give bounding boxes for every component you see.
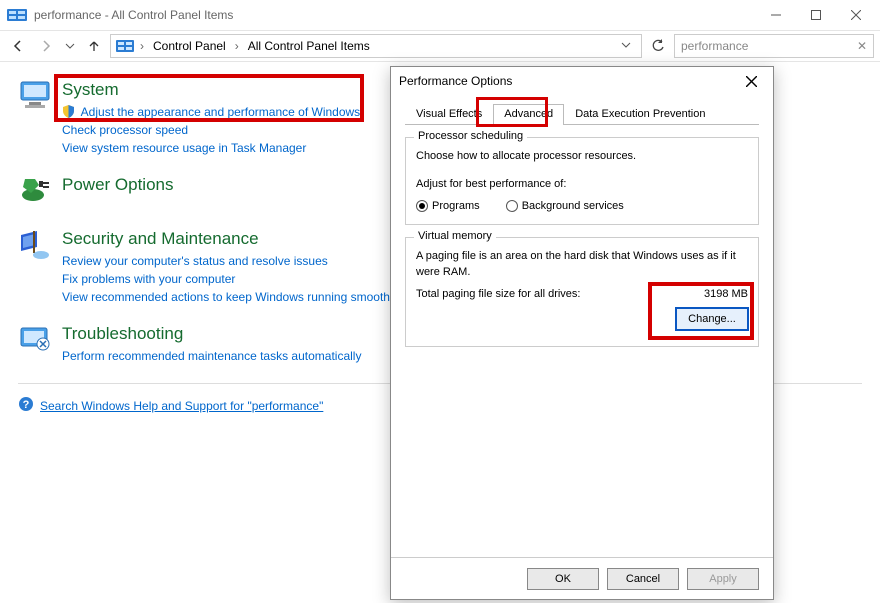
power-icon — [18, 175, 54, 211]
system-icon — [18, 80, 54, 116]
link-text: Adjust the appearance and performance of… — [81, 105, 361, 119]
proc-adjust-label: Adjust for best performance of: — [416, 176, 748, 192]
change-button[interactable]: Change... — [676, 308, 748, 330]
cancel-button[interactable]: Cancel — [607, 568, 679, 590]
link-task-manager[interactable]: View system resource usage in Task Manag… — [62, 139, 360, 157]
link-maintenance-tasks[interactable]: Perform recommended maintenance tasks au… — [62, 347, 361, 365]
dialog-titlebar: Performance Options — [391, 67, 773, 95]
group-virtual-memory: Virtual memory A paging file is an area … — [405, 237, 759, 347]
category-title-security[interactable]: Security and Maintenance — [62, 229, 399, 249]
chevron-right-icon: › — [140, 39, 144, 53]
radio-dot-icon — [506, 200, 518, 212]
chevron-right-icon: › — [235, 39, 239, 53]
control-panel-icon — [6, 6, 28, 24]
tab-visual-effects[interactable]: Visual Effects — [405, 104, 493, 125]
category-title-troubleshoot[interactable]: Troubleshooting — [62, 324, 361, 344]
forward-button[interactable] — [34, 34, 58, 58]
link-adjust-performance[interactable]: Adjust the appearance and performance of… — [62, 103, 360, 121]
tab-advanced[interactable]: Advanced — [493, 104, 564, 125]
group-processor-scheduling: Processor scheduling Choose how to alloc… — [405, 137, 759, 225]
address-dropdown[interactable] — [615, 39, 637, 53]
apply-button[interactable]: Apply — [687, 568, 759, 590]
search-input[interactable]: performance ✕ — [674, 34, 874, 58]
dialog-close-button[interactable] — [737, 69, 765, 93]
address-bar: › Control Panel › All Control Panel Item… — [0, 30, 880, 62]
control-panel-small-icon — [115, 38, 135, 54]
maximize-button[interactable] — [796, 1, 836, 29]
dialog-footer: OK Cancel Apply — [391, 557, 773, 599]
link-fix-problems[interactable]: Fix problems with your computer — [62, 270, 399, 288]
svg-text:?: ? — [23, 399, 30, 411]
legend-vm: Virtual memory — [414, 230, 496, 242]
vm-desc: A paging file is an area on the hard dis… — [416, 248, 748, 280]
performance-options-dialog: Performance Options Visual Effects Advan… — [390, 66, 774, 600]
recent-dropdown[interactable] — [62, 34, 78, 58]
clear-search-icon[interactable]: ✕ — [857, 39, 867, 53]
breadcrumb[interactable]: › Control Panel › All Control Panel Item… — [110, 34, 642, 58]
security-icon — [18, 229, 54, 265]
category-title-system[interactable]: System — [62, 80, 360, 100]
breadcrumb-seg-all-items[interactable]: All Control Panel Items — [244, 37, 374, 55]
link-review-status[interactable]: Review your computer's status and resolv… — [62, 252, 399, 270]
ok-button[interactable]: OK — [527, 568, 599, 590]
minimize-button[interactable] — [756, 1, 796, 29]
close-button[interactable] — [836, 1, 876, 29]
refresh-button[interactable] — [646, 34, 670, 58]
legend-processor: Processor scheduling — [414, 130, 527, 142]
category-title-power[interactable]: Power Options — [62, 175, 174, 195]
radio-background[interactable]: Background services — [506, 200, 624, 212]
radio-dot-selected-icon — [416, 200, 428, 212]
link-recommended-actions[interactable]: View recommended actions to keep Windows… — [62, 288, 399, 306]
radio-programs[interactable]: Programs — [416, 200, 480, 212]
help-icon: ? — [18, 396, 34, 415]
tab-dep[interactable]: Data Execution Prevention — [564, 104, 716, 125]
radio-label: Background services — [522, 200, 624, 212]
dialog-title: Performance Options — [399, 74, 512, 88]
window-titlebar: performance - All Control Panel Items — [0, 0, 880, 30]
up-button[interactable] — [82, 34, 106, 58]
radio-label: Programs — [432, 200, 480, 212]
back-button[interactable] — [6, 34, 30, 58]
shield-icon — [62, 105, 76, 119]
vm-total-value: 3198 MB — [704, 288, 748, 300]
link-check-processor[interactable]: Check processor speed — [62, 121, 360, 139]
proc-desc: Choose how to allocate processor resourc… — [416, 148, 748, 164]
troubleshoot-icon — [18, 324, 54, 360]
help-link[interactable]: Search Windows Help and Support for "per… — [40, 399, 323, 413]
vm-total-label: Total paging file size for all drives: — [416, 288, 580, 300]
search-text: performance — [681, 39, 748, 53]
window-title: performance - All Control Panel Items — [34, 8, 756, 22]
breadcrumb-seg-control-panel[interactable]: Control Panel — [149, 37, 230, 55]
tab-strip: Visual Effects Advanced Data Execution P… — [405, 103, 759, 125]
